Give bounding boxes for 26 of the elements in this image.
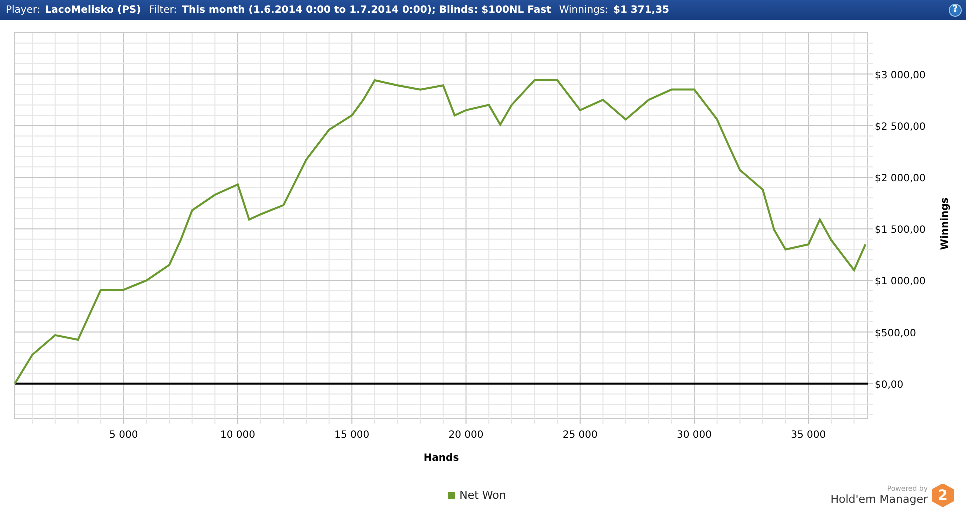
field-label: Winnings: xyxy=(559,4,609,16)
x-tick-label: 15 000 xyxy=(334,430,370,441)
field-label: Filter: xyxy=(149,4,178,16)
field-value: This month (1.6.2014 0:00 to 1.7.2014 0:00); Blinds: $100NL Fast xyxy=(182,4,552,16)
help-button[interactable]: ? xyxy=(949,4,962,16)
x-tick-label: 25 000 xyxy=(562,430,598,441)
y-axis-title: Winnings xyxy=(940,198,951,250)
legend-label: Net Won xyxy=(460,489,506,502)
y-tick-label: $500,00 xyxy=(875,328,916,340)
y-tick-label: $0,00 xyxy=(875,380,904,391)
y-tick-label: $3 000,00 xyxy=(875,70,926,82)
y-tick-label: $1 500,00 xyxy=(875,225,926,236)
logo-badge: 2 xyxy=(932,484,954,508)
y-tick-label: $1 000,00 xyxy=(875,276,926,288)
y-tick-label: $2 500,00 xyxy=(875,122,926,133)
x-tick-label: 35 000 xyxy=(791,430,826,441)
brand-name: Hold'em Manager xyxy=(830,493,928,506)
x-tick-label: 5 000 xyxy=(110,430,138,441)
x-tick-label: 20 000 xyxy=(448,430,484,441)
field-value: $1 371,35 xyxy=(614,4,670,16)
x-tick-label: 10 000 xyxy=(220,430,256,441)
field-value: LacoMelisko (PS) xyxy=(45,4,142,16)
field-label: Player: xyxy=(6,4,40,16)
x-axis-title: Hands xyxy=(424,453,460,464)
y-tick-label: $2 000,00 xyxy=(875,174,926,184)
x-tick-label: 30 000 xyxy=(677,430,712,441)
